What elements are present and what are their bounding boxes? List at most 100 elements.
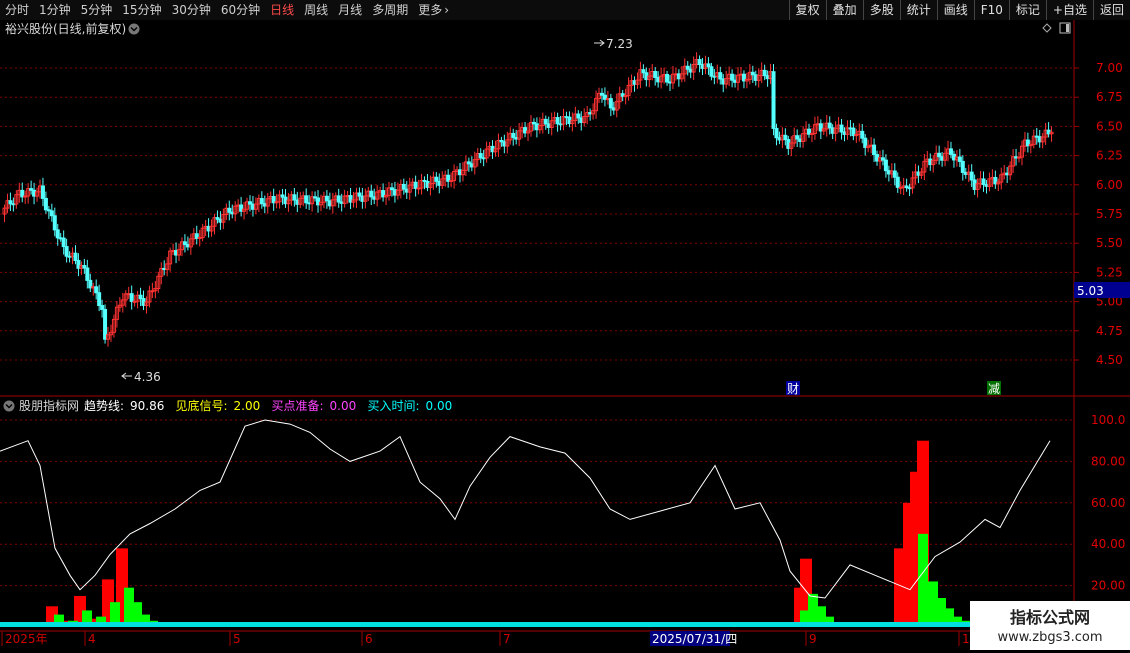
candle-body xyxy=(292,194,297,201)
toolbar-button-2[interactable]: 多股 xyxy=(862,0,900,20)
chart-area[interactable]: 裕兴股份(日线,前复权) 7.23 4.36 财 减 7.00 6.75 6.50 6… xyxy=(0,20,1130,650)
candle-body xyxy=(138,294,143,300)
candle-body xyxy=(860,130,865,139)
price-tick-label-5: 5.75 xyxy=(1096,207,1123,221)
indicator-field-value-0: 90.86 xyxy=(130,399,164,413)
period-toolbar: 分时 1分钟 5分钟 15分钟 30分钟 60分钟 日线 周线 月线 多周期 更多 › 复权 叠加 多股统… xyxy=(0,0,1130,21)
date-cursor: 2025/07/31/四 xyxy=(650,631,737,646)
candle-body xyxy=(61,237,66,248)
toolbar-button-5[interactable]: F10 xyxy=(973,0,1009,20)
buy-time-band xyxy=(0,622,1074,627)
price-tick-label-4: 6.00 xyxy=(1096,178,1123,192)
candle-body xyxy=(576,113,581,119)
tab-period-4[interactable]: 30分钟 xyxy=(167,0,216,20)
candle-body xyxy=(892,170,897,178)
svg-text:财: 财 xyxy=(787,382,799,396)
action-buttons: 复权 叠加 多股 统计 画线 F10 标记 +自选 返回 xyxy=(788,0,1130,20)
title-dropdown-icon[interactable] xyxy=(128,23,140,35)
candle-body xyxy=(97,292,102,307)
tab-period-3[interactable]: 15分钟 xyxy=(117,0,166,20)
toolbar-button-4[interactable]: 画线 xyxy=(936,0,974,20)
candle-body xyxy=(511,132,516,138)
candle-body xyxy=(43,197,48,211)
indicator-field-value-2: 0.00 xyxy=(330,399,357,413)
candle-body xyxy=(883,159,888,172)
candle-body xyxy=(957,156,962,162)
current-price: 5.03 xyxy=(1077,284,1104,298)
svg-text:减: 减 xyxy=(988,382,1000,396)
candle-body xyxy=(762,69,767,77)
indicator-dropdown-icon[interactable] xyxy=(3,400,15,412)
toolbar-button-3[interactable]: 统计 xyxy=(899,0,937,20)
candle-body xyxy=(937,152,942,158)
candle-body xyxy=(227,207,232,213)
candle-body xyxy=(969,171,974,181)
price-tick-label-7: 5.25 xyxy=(1096,265,1123,279)
candle-body xyxy=(40,185,45,199)
tab-period-9[interactable]: 多周期 xyxy=(367,0,413,20)
candle-body xyxy=(948,148,953,155)
tab-period-7[interactable]: 周线 xyxy=(299,0,333,20)
period-tabs: 分时 1分钟 5分钟 15分钟 30分钟 60分钟 日线 周线 月线 多周期 更多 › xyxy=(0,0,454,20)
candle-body xyxy=(895,176,900,188)
indicator-name: 股朋指标网 xyxy=(19,398,79,413)
toolbar-button-7[interactable]: +自选 xyxy=(1045,0,1093,20)
candle-body xyxy=(64,246,69,257)
indicator-field-label-1: 见底信号: xyxy=(176,398,228,413)
date-label-0: 2025年 xyxy=(5,632,48,646)
tab-period-0[interactable]: 分时 xyxy=(0,0,34,20)
indicator-tick-label-4: 20.00 xyxy=(1091,579,1125,593)
date-label-4: 7 xyxy=(503,632,511,646)
tab-period-6[interactable]: 日线 xyxy=(265,0,299,20)
candle-body xyxy=(85,267,90,281)
candle-body xyxy=(774,127,779,139)
candle-body xyxy=(100,305,105,310)
candle-body xyxy=(55,229,60,239)
tab-period-1[interactable]: 1分钟 xyxy=(34,0,76,20)
indicator-field-label-3: 买入时间: xyxy=(368,399,420,413)
price-tick-label-10: 4.50 xyxy=(1096,353,1123,367)
toolbar-button-8[interactable]: 返回 xyxy=(1092,0,1130,20)
candle-body xyxy=(336,195,341,203)
toolbar-button-6[interactable]: 标记 xyxy=(1008,0,1046,20)
indicator-tick-label-0: 100.0 xyxy=(1091,413,1125,427)
chevron-right-icon: › xyxy=(444,3,450,17)
tab-period-2[interactable]: 5分钟 xyxy=(76,0,118,20)
candle-body xyxy=(839,124,844,133)
toolbar-button-0[interactable]: 复权 xyxy=(788,0,826,20)
candle-body xyxy=(129,293,134,302)
candle-body xyxy=(981,178,986,185)
price-tick-label-1: 6.75 xyxy=(1096,90,1123,104)
tab-period-8[interactable]: 月线 xyxy=(333,0,367,20)
watermark-logo: 指标公式网 www.zbgs3.com xyxy=(970,601,1130,650)
candle-body xyxy=(730,73,735,81)
date-label-2: 5 xyxy=(233,632,241,646)
candle-body xyxy=(478,153,483,159)
price-tick-label-9: 4.75 xyxy=(1096,324,1123,338)
candle-body xyxy=(73,252,78,262)
candle-body xyxy=(960,160,965,173)
marker-cai[interactable]: 财 xyxy=(786,381,800,396)
low-label: 4.36 xyxy=(134,370,161,384)
tab-period-10[interactable]: 更多 › xyxy=(413,0,454,20)
indicator-field-label-2: 买点准备: xyxy=(272,399,324,413)
indicator-field-value-3: 0.00 xyxy=(426,399,453,413)
candle-body xyxy=(718,72,723,80)
candle-body xyxy=(304,195,309,204)
price-tick-label-6: 5.50 xyxy=(1096,236,1123,250)
candle-body xyxy=(697,59,702,65)
tab-period-5[interactable]: 60分钟 xyxy=(216,0,265,20)
candle-body xyxy=(94,286,99,294)
price-tick-label-2: 6.50 xyxy=(1096,119,1123,133)
indicator-tick-label-1: 80.00 xyxy=(1091,454,1125,468)
candle-body xyxy=(709,66,714,77)
date-label-3: 6 xyxy=(365,632,373,646)
date-label-1: 4 xyxy=(88,632,96,646)
toolbar-button-1[interactable]: 叠加 xyxy=(825,0,863,20)
high-label: 7.23 xyxy=(606,37,633,51)
candle-body xyxy=(401,183,406,190)
candle-body xyxy=(52,215,57,231)
price-tick-label-0: 7.00 xyxy=(1096,61,1123,75)
indicator-field-label-0: 趋势线: xyxy=(84,399,124,413)
marker-jian[interactable]: 减 xyxy=(987,381,1001,396)
